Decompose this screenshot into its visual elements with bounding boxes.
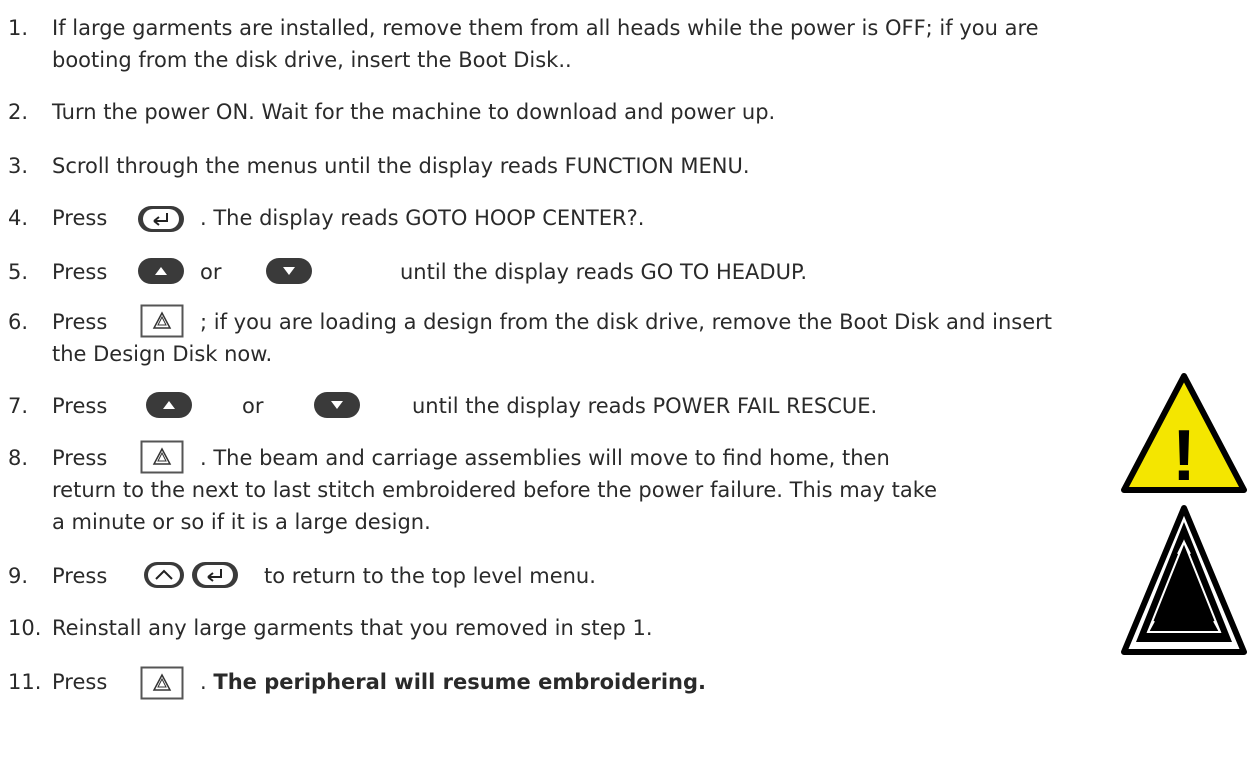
step-8-after: . The beam and carriage assemblies will … <box>200 446 890 470</box>
step-4-after: . The display reads GOTO HOOP CENTER?. <box>200 206 645 230</box>
step-text: Reinstall any large garments that you re… <box>52 616 653 640</box>
start-stop-key-icon <box>140 304 184 338</box>
step-number: 11. <box>8 670 42 694</box>
step-text: Turn the power ON. Wait for the machine … <box>52 100 776 124</box>
warning-exclamation: ! <box>1172 416 1196 496</box>
step-11-bold-text: The peripheral will resume embroidering. <box>213 670 707 694</box>
top-menu-key-icon <box>144 562 184 588</box>
step-5: 5. Press <box>8 256 107 288</box>
step-8-continued: a minute or so if it is a large design. <box>52 510 431 534</box>
step-number: 10. <box>8 616 42 640</box>
step-number: 1. <box>8 16 29 40</box>
up-arrow-key-icon <box>138 258 184 284</box>
step-9-after: to return to the top level menu. <box>264 564 596 588</box>
step-2: 2. Turn the power ON. Wait for the machin… <box>8 96 775 128</box>
step-number: 7. <box>8 394 29 418</box>
start-stop-key-icon <box>140 440 184 474</box>
press-label: Press <box>52 670 108 694</box>
step-6-continued: the Design Disk now. <box>52 342 273 366</box>
press-label: Press <box>52 310 108 334</box>
or-label: or <box>242 394 264 418</box>
step-8: 8. Press <box>8 442 107 474</box>
step-text: Scroll through the menus until the displ… <box>52 154 750 178</box>
movement-hazard-sign-icon <box>1121 505 1247 655</box>
step-6-after: ; if you are loading a design from the d… <box>200 310 1052 334</box>
step-number: 6. <box>8 310 29 334</box>
down-arrow-key-icon <box>314 392 360 418</box>
step-7-after: until the display reads POWER FAIL RESCU… <box>412 394 878 418</box>
down-arrow-key-icon <box>266 258 312 284</box>
press-label: Press <box>52 394 108 418</box>
step-number: 9. <box>8 564 29 588</box>
step-5-after: until the display reads GO TO HEADUP. <box>400 260 808 284</box>
step-11: 11. Press <box>8 666 107 698</box>
press-label: Press <box>52 260 108 284</box>
step-10: 10. Reinstall any large garments that you… <box>8 612 653 644</box>
step-11-after: . The peripheral will resume embroiderin… <box>200 666 706 698</box>
step-11-period: . <box>200 670 207 694</box>
step-text: If large garments are installed, remove … <box>52 16 1039 40</box>
step-1: 1. If large garments are installed, remov… <box>8 12 1039 44</box>
step-number: 3. <box>8 154 29 178</box>
or-label: or <box>200 260 222 284</box>
up-arrow-key-icon <box>146 392 192 418</box>
step-8-continued: return to the next to last stitch embroi… <box>52 478 938 502</box>
step-1-continued: booting from the disk drive, insert the … <box>52 48 572 72</box>
caution-warning-sign-icon: ! <box>1121 373 1247 496</box>
step-number: 5. <box>8 260 29 284</box>
step-6: 6. Press <box>8 306 107 338</box>
press-label: Press <box>52 564 108 588</box>
step-7: 7. Press <box>8 390 107 422</box>
step-3: 3. Scroll through the menus until the dis… <box>8 150 750 182</box>
step-number: 2. <box>8 100 29 124</box>
step-number: 4. <box>8 206 29 230</box>
enter-key-icon <box>192 562 238 588</box>
step-4: 4. Press <box>8 202 107 234</box>
step-number: 8. <box>8 446 29 470</box>
step-9: 9. Press <box>8 560 107 592</box>
start-stop-key-icon <box>140 666 184 700</box>
press-label: Press <box>52 206 108 230</box>
press-label: Press <box>52 446 108 470</box>
enter-key-icon <box>138 206 184 232</box>
